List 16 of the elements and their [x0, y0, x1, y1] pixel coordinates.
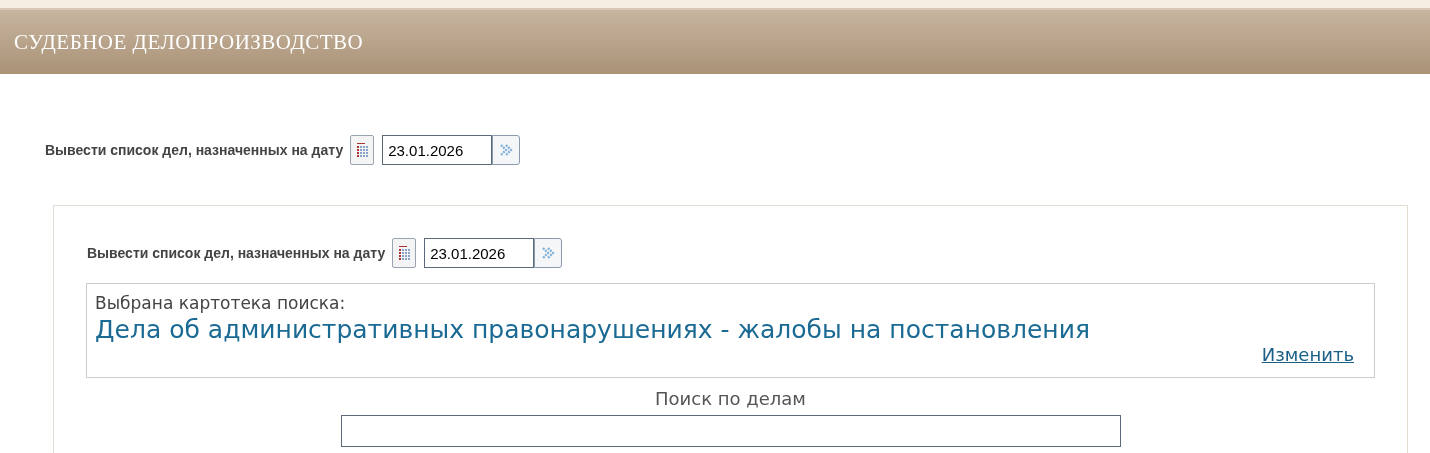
date-label: Вывести список дел, назначенных на дату	[45, 142, 344, 158]
go-button[interactable]	[534, 238, 563, 268]
date-label: Вывести список дел, назначенных на дату	[87, 245, 386, 261]
go-button[interactable]	[492, 135, 521, 165]
catalog-name: Дела об административных правонарушениях - жалобы на постановления	[95, 315, 1091, 344]
double-chevron-icon	[540, 245, 557, 261]
date-field[interactable]: 23.01.2026	[382, 135, 493, 165]
search-title: Поиск по делам	[655, 388, 806, 409]
catalog-label: Выбрана картотека поиска:	[95, 293, 347, 313]
page-title: СУДЕБНОЕ ДЕЛОПРОИЗВОДСТВО	[14, 29, 364, 55]
input-field[interactable]	[340, 415, 1121, 447]
calendar-icon[interactable]	[392, 238, 417, 268]
change-link[interactable]: Изменить	[1261, 344, 1354, 365]
date-field[interactable]: 23.01.2026	[424, 238, 535, 268]
calendar-icon[interactable]	[350, 135, 375, 165]
double-chevron-icon	[498, 142, 515, 158]
